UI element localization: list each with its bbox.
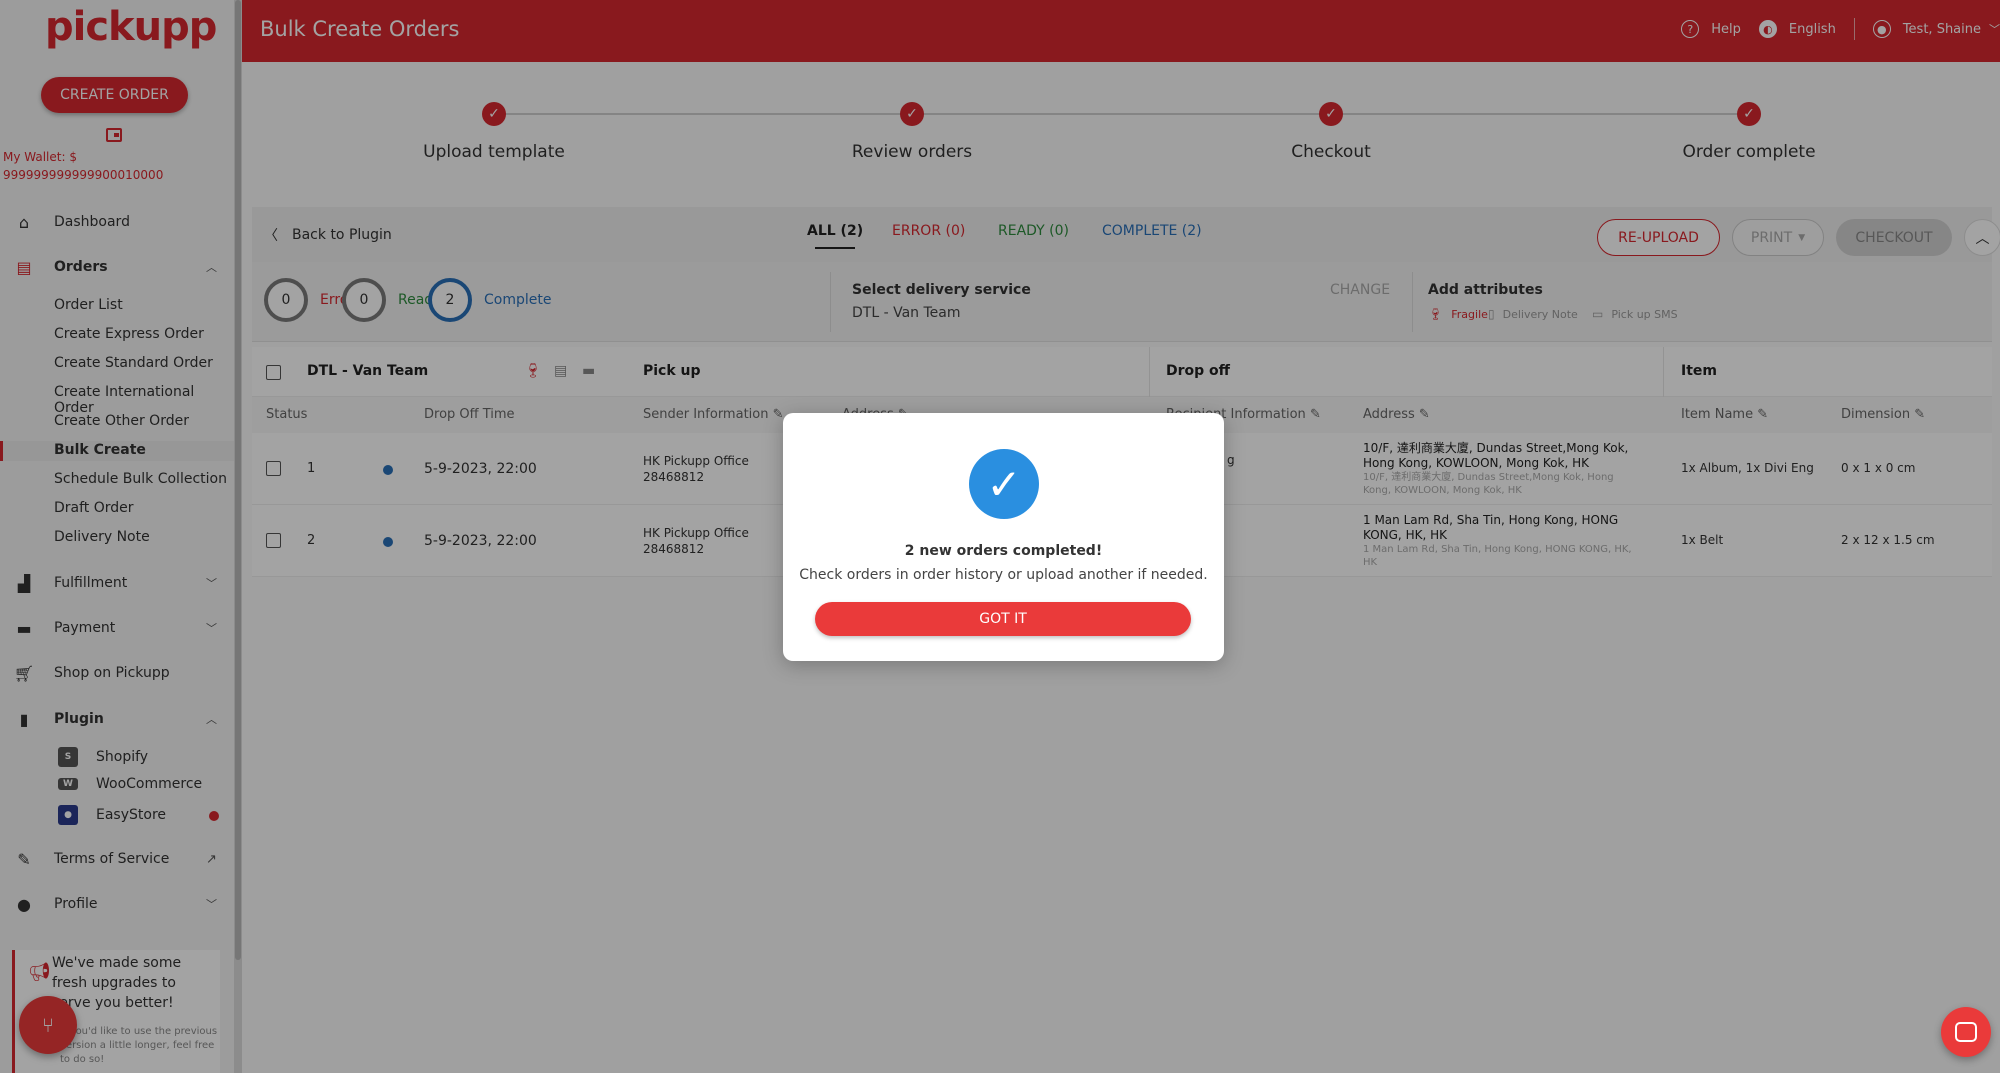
dialog-message: Check orders in order history or upload … bbox=[799, 567, 1208, 583]
got-it-button[interactable]: GOT IT bbox=[815, 602, 1191, 636]
chat-support-button[interactable] bbox=[1941, 1007, 1991, 1057]
chat-icon bbox=[1955, 1022, 1977, 1042]
orders-completed-dialog: ✓ 2 new orders completed! Check orders i… bbox=[783, 413, 1224, 661]
success-check-icon: ✓ bbox=[969, 449, 1039, 519]
dialog-title: 2 new orders completed! bbox=[904, 543, 1103, 559]
